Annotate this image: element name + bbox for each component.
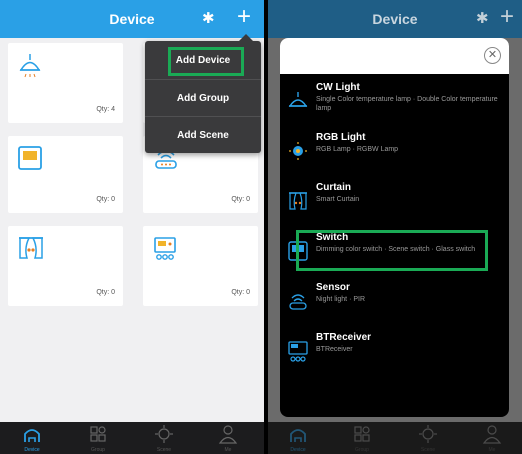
grid-icon (354, 426, 370, 442)
tab-group[interactable]: Group (342, 422, 382, 454)
device-card-curtain[interactable]: Qty: 0 (8, 226, 123, 306)
highlight-box (296, 230, 488, 271)
tab-label: Device (290, 447, 306, 453)
tab-me[interactable]: Me (208, 422, 248, 454)
bluetooth-icon[interactable]: ✱ (202, 9, 215, 27)
add-icon[interactable]: + (500, 4, 514, 30)
scene-icon (155, 425, 173, 443)
device-card-btreceiver[interactable]: Qty: 0 (143, 226, 258, 306)
tab-group[interactable]: Group (78, 422, 118, 454)
device-type-modal: ✕ CW Light Single Color temperature lamp… (280, 38, 509, 417)
scene-icon (419, 425, 437, 443)
tab-bar: Device Group Scene Me (0, 422, 264, 454)
tab-me[interactable]: Me (472, 422, 512, 454)
tab-label: Me (224, 447, 232, 453)
item-subtitle: Single Color temperature lamp · Double C… (316, 96, 498, 112)
ceiling-lamp-icon (19, 54, 41, 78)
tab-label: Device (24, 447, 40, 453)
list-item-sensor[interactable]: Sensor Night light · PIR (280, 278, 509, 328)
receiver-icon (288, 341, 308, 362)
receiver-icon (154, 237, 176, 260)
menu-item-add-group[interactable]: Add Group (145, 79, 261, 117)
qty-label: Qty: 4 (96, 106, 115, 113)
item-title: BTReceiver (316, 332, 372, 343)
rgb-bulb-icon (289, 142, 307, 160)
item-title: CW Light (316, 82, 360, 93)
close-icon[interactable]: ✕ (484, 47, 501, 64)
item-subtitle: Smart Curtain (316, 196, 360, 203)
qty-label: Qty: 0 (96, 289, 115, 296)
tab-device[interactable]: Device (12, 422, 52, 454)
user-icon (218, 425, 238, 444)
ceiling-lamp-icon (288, 92, 308, 107)
page-title: Device (109, 11, 155, 27)
item-subtitle: BTReceiver (316, 346, 353, 353)
tab-scene[interactable]: Scene (144, 422, 184, 454)
device-card-switch[interactable]: Qty: 0 (8, 136, 123, 213)
tab-label: Scene (420, 447, 436, 453)
list-item-cw-light[interactable]: CW Light Single Color temperature lamp ·… (280, 78, 509, 128)
home-icon (24, 429, 40, 442)
tab-label: Me (488, 447, 496, 453)
tab-device[interactable]: Device (278, 422, 318, 454)
device-screen-right: Device ✱ + ✕ CW Light Single Color tempe… (268, 0, 522, 454)
add-icon[interactable]: + (237, 4, 251, 30)
user-icon (482, 425, 502, 444)
modal-header: ✕ (280, 38, 509, 74)
highlight-box (168, 47, 244, 76)
bluetooth-icon[interactable]: ✱ (476, 9, 489, 27)
tab-scene[interactable]: Scene (408, 422, 448, 454)
home-icon (290, 429, 306, 442)
list-item-curtain[interactable]: Curtain Smart Curtain (280, 178, 509, 228)
device-card-cw-light[interactable]: Qty: 4 (8, 43, 123, 123)
item-title: RGB Light (316, 132, 366, 143)
item-subtitle: Night light · PIR (316, 296, 366, 303)
menu-item-add-scene[interactable]: Add Scene (145, 116, 261, 154)
qty-label: Qty: 0 (231, 196, 250, 203)
sensor-icon (289, 294, 307, 310)
curtain-icon (19, 237, 43, 259)
item-subtitle: RGB Lamp · RGBW Lamp (316, 146, 399, 153)
curtain-icon (289, 192, 307, 210)
list-item-btreceiver[interactable]: BTReceiver BTReceiver (280, 328, 509, 378)
tab-label: Group (355, 447, 369, 453)
item-title: Curtain (316, 182, 351, 193)
item-title: Sensor (316, 282, 350, 293)
qty-label: Qty: 0 (96, 196, 115, 203)
list-item-rgb-light[interactable]: RGB Light RGB Lamp · RGBW Lamp (280, 128, 509, 178)
tab-label: Scene (156, 447, 172, 453)
grid-icon (90, 426, 106, 442)
switch-icon (18, 146, 42, 170)
device-screen-left: Device ✱ + Qty: 4 Qty: 0 Qty: 0 Qty: 0 Q… (0, 0, 264, 454)
header-bar: Device ✱ + (0, 0, 264, 38)
qty-label: Qty: 0 (231, 289, 250, 296)
tab-bar: Device Group Scene Me (268, 422, 522, 454)
tab-label: Group (91, 447, 105, 453)
header-bar: Device ✱ + (268, 0, 522, 38)
